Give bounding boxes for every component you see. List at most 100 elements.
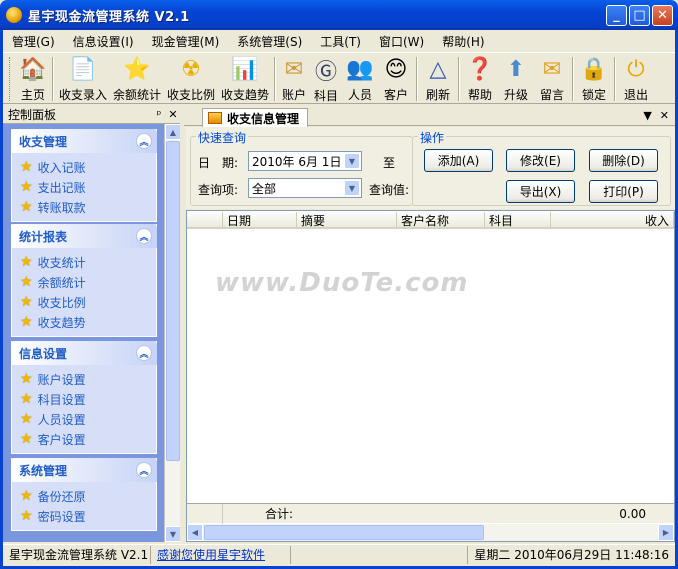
panel-close-icon[interactable]: ✕ xyxy=(166,108,180,121)
lock-icon: 🔒 xyxy=(580,57,608,82)
grid-total-row: 合计: 0.00 xyxy=(187,503,674,524)
grid-header: 日期 摘要 客户名称 科目 收入 xyxy=(187,211,674,229)
group-income-expense: 收支管理 ︽ ★ 收入记账 ★ 支出记账 ★ 转账取款 xyxy=(11,129,157,222)
menu-system-management[interactable]: 系统管理(S) xyxy=(228,33,311,50)
toolbar-ratio-button[interactable]: ☢ 收支比例 xyxy=(164,53,218,103)
nav-transfer[interactable]: ★ 转账取款 xyxy=(20,197,156,217)
scroll-thumb[interactable] xyxy=(204,525,484,540)
toolbar-account-button[interactable]: ✉ 账户 xyxy=(278,53,310,103)
toolbar-home-button[interactable]: 🏠 主页 xyxy=(16,53,50,103)
window-icon xyxy=(208,112,222,124)
scroll-right-icon[interactable]: ▶ xyxy=(658,524,674,541)
toolbar-help-button[interactable]: ❓ 帮助 xyxy=(462,53,498,103)
nav-trend[interactable]: ★ 收支趋势 xyxy=(20,312,156,332)
operations-legend: 操作 xyxy=(418,129,447,146)
menu-manage[interactable]: 管理(G) xyxy=(3,33,64,50)
star-icon: ★ xyxy=(20,371,33,387)
collapse-icon[interactable]: ︽ xyxy=(136,228,152,244)
close-button[interactable]: ✕ xyxy=(652,5,673,26)
add-button[interactable]: 添加(A) xyxy=(424,149,493,172)
records-grid[interactable]: 日期 摘要 客户名称 科目 收入 合计: 0.00 ◀ ▶ xyxy=(186,210,675,542)
nav-balance[interactable]: ★ 余额统计 xyxy=(20,272,156,292)
toolbar-grip[interactable] xyxy=(9,57,12,101)
pin-icon[interactable]: ᵖ xyxy=(152,108,166,121)
export-button[interactable]: 导出(X) xyxy=(506,180,575,203)
query-value-label: 查询值: xyxy=(369,183,410,197)
group-header[interactable]: 收支管理 ︽ xyxy=(11,129,157,153)
menu-info-settings[interactable]: 信息设置(I) xyxy=(64,33,143,50)
menu-tools[interactable]: 工具(T) xyxy=(311,33,370,50)
menu-bar: 管理(G) 信息设置(I) 现金管理(M) 系统管理(S) 工具(T) 窗口(W… xyxy=(3,30,675,52)
star-icon: ⭐ xyxy=(123,57,151,82)
delete-button[interactable]: 删除(D) xyxy=(589,149,658,172)
chevron-down-icon[interactable]: ▼ xyxy=(344,180,360,196)
group-header[interactable]: 信息设置 ︽ xyxy=(11,341,157,365)
thanks-link[interactable]: 感谢您使用星宇软件 xyxy=(157,546,265,563)
control-panel-title: 控制面板 xyxy=(8,108,57,122)
nav-subject-settings[interactable]: ★ 科目设置 xyxy=(20,389,156,409)
print-button[interactable]: 打印(P) xyxy=(589,180,658,203)
nav-customer-settings[interactable]: ★ 客户设置 xyxy=(20,429,156,449)
group-header[interactable]: 系统管理 ︽ xyxy=(11,458,157,482)
total-label: 合计: xyxy=(264,507,293,521)
nav-income-entry[interactable]: ★ 收入记账 xyxy=(20,157,156,177)
collapse-icon[interactable]: ︽ xyxy=(136,345,152,361)
toolbar-upgrade-button[interactable]: ⬆ 升级 xyxy=(498,53,534,103)
menu-help[interactable]: 帮助(H) xyxy=(433,33,493,50)
scroll-up-icon[interactable]: ▲ xyxy=(165,124,180,140)
group-header[interactable]: 统计报表 ︽ xyxy=(11,224,157,248)
nav-expense-entry[interactable]: ★ 支出记账 xyxy=(20,177,156,197)
horizontal-scrollbar[interactable]: ◀ ▶ xyxy=(187,524,674,541)
nav-ratio[interactable]: ★ 收支比例 xyxy=(20,292,156,312)
nav-account-settings[interactable]: ★ 账户设置 xyxy=(20,369,156,389)
star-icon: ★ xyxy=(20,199,33,215)
control-panel: 收支管理 ︽ ★ 收入记账 ★ 支出记账 ★ 转账取款 统计报表 ︽ ★ 收支统计 ★ 余额统… xyxy=(3,124,180,542)
menu-window[interactable]: 窗口(W) xyxy=(370,33,433,50)
star-icon: ★ xyxy=(20,294,33,310)
nav-stats[interactable]: ★ 收支统计 xyxy=(20,252,156,272)
refresh-icon: △ xyxy=(429,57,447,82)
column-summary[interactable]: 摘要 xyxy=(297,212,397,228)
nav-password[interactable]: ★ 密码设置 xyxy=(20,506,156,526)
query-item-select[interactable]: 全部 ▼ xyxy=(248,178,362,198)
scroll-down-icon[interactable]: ▼ xyxy=(165,526,180,542)
toolbar-entry-button[interactable]: 📄 收支录入 xyxy=(56,53,110,103)
menu-cash-management[interactable]: 现金管理(M) xyxy=(143,33,229,50)
left-scrollbar[interactable]: ▲ ▼ xyxy=(164,124,180,542)
group-info-settings: 信息设置 ︽ ★ 账户设置 ★ 科目设置 ★ 人员设置 ★ 客户设置 xyxy=(11,341,157,454)
maximize-button[interactable]: □ xyxy=(629,5,650,26)
toolbar-exit-button[interactable]: ⏻ 退出 xyxy=(618,53,654,103)
toolbar-customer-button[interactable]: 😊 客户 xyxy=(378,53,414,103)
minimize-button[interactable]: _ xyxy=(606,5,627,26)
chevron-down-icon[interactable]: ▼ xyxy=(344,153,360,169)
collapse-icon[interactable]: ︽ xyxy=(136,462,152,478)
toolbar-message-button[interactable]: ✉ 留言 xyxy=(534,53,570,103)
row-header-column xyxy=(187,212,223,228)
column-customer[interactable]: 客户名称 xyxy=(397,212,485,228)
group-reports: 统计报表 ︽ ★ 收支统计 ★ 余额统计 ★ 收支比例 ★ 收支趋势 xyxy=(11,224,157,337)
column-date[interactable]: 日期 xyxy=(223,212,297,228)
toolbar-people-button[interactable]: 👥 人员 xyxy=(342,53,378,103)
subject-icon: Ⓖ xyxy=(314,60,337,85)
tab-income-expense-info[interactable]: 收支信息管理 xyxy=(202,108,309,127)
toolbar-trend-button[interactable]: 📊 收支趋势 xyxy=(218,53,272,103)
toolbar-subject-button[interactable]: Ⓖ 科目 xyxy=(310,53,342,103)
account-icon: ✉ xyxy=(284,57,304,82)
toolbar-balance-button[interactable]: ⭐ 余额统计 xyxy=(110,53,164,103)
date-picker[interactable]: 2010年 6月 1日 ▼ xyxy=(248,151,362,171)
nav-people-settings[interactable]: ★ 人员设置 xyxy=(20,409,156,429)
scroll-thumb[interactable] xyxy=(166,141,180,461)
tab-menu-icon[interactable]: ▼ xyxy=(643,109,651,122)
nav-backup-restore[interactable]: ★ 备份还原 xyxy=(20,486,156,506)
app-icon xyxy=(6,7,22,23)
status-app-name: 星宇现金流管理系统 V2.1 xyxy=(3,545,151,564)
column-income[interactable]: 收入 xyxy=(551,212,674,228)
control-panel-header: 控制面板 ᵖ ✕ xyxy=(3,106,180,124)
toolbar-lock-button[interactable]: 🔒 锁定 xyxy=(576,53,612,103)
tab-close-icon[interactable]: ✕ xyxy=(660,109,669,122)
scroll-left-icon[interactable]: ◀ xyxy=(187,524,203,541)
modify-button[interactable]: 修改(E) xyxy=(506,149,575,172)
column-subject[interactable]: 科目 xyxy=(485,212,551,228)
collapse-icon[interactable]: ︽ xyxy=(136,133,152,149)
toolbar-refresh-button[interactable]: △ 刷新 xyxy=(420,53,456,103)
